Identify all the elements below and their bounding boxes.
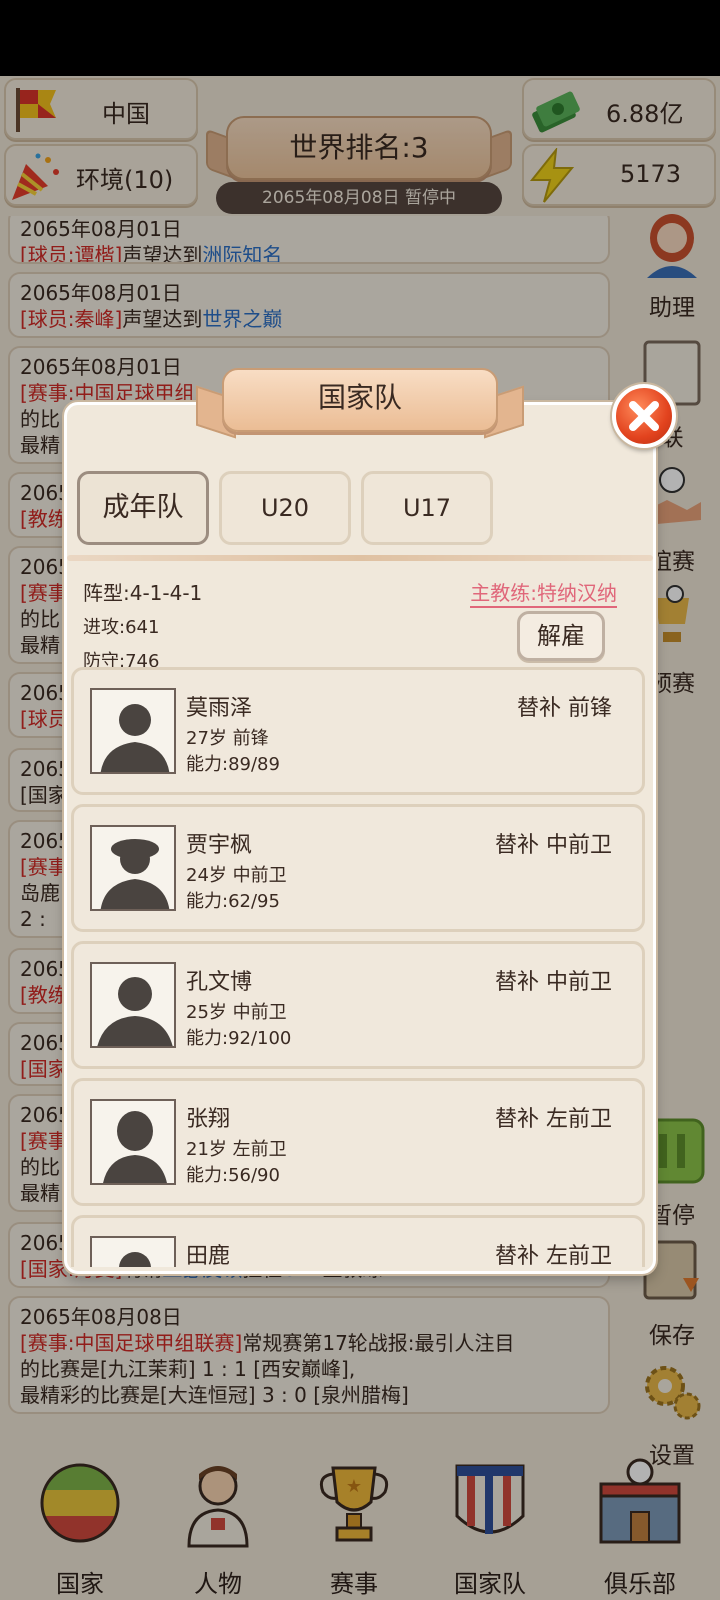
head-coach-link[interactable]: 主教练:特纳汉纳: [470, 577, 617, 608]
player-name: 田鹿: [186, 1244, 231, 1267]
formation-label: 阵型:4-1-4-1: [83, 581, 203, 605]
avatar-silhouette-icon: [103, 1111, 167, 1183]
avatar-silhouette-icon: [97, 977, 173, 1046]
avatar-silhouette-icon: [100, 704, 170, 772]
player-avatar: [90, 962, 176, 1048]
player-avatar: [90, 825, 176, 911]
player-ability: 能力:89/89: [186, 754, 280, 775]
player-card[interactable]: 田鹿 替补 左前卫: [71, 1215, 645, 1267]
player-age-position: 27岁 前锋: [186, 728, 269, 749]
avatar-silhouette-icon: [119, 1252, 151, 1267]
player-name: 莫雨泽: [186, 696, 253, 721]
modal-title: 国家队: [317, 381, 402, 414]
player-name: 张翔: [186, 1107, 231, 1132]
tab-senior[interactable]: 成年队: [77, 471, 209, 545]
player-role: 替补 中前卫: [495, 833, 612, 858]
player-avatar: [90, 688, 176, 774]
player-card[interactable]: 莫雨泽 27岁 前锋 能力:89/89 替补 前锋: [71, 667, 645, 795]
player-ability: 能力:92/100: [186, 1028, 292, 1049]
player-age-position: 24岁 中前卫: [186, 865, 287, 886]
player-avatar: [90, 1236, 176, 1267]
player-role: 替补 左前卫: [495, 1244, 612, 1267]
player-card[interactable]: 孔文博 25岁 中前卫 能力:92/100 替补 中前卫: [71, 941, 645, 1069]
player-ability: 能力:62/95: [186, 891, 280, 912]
player-name: 贾宇枫: [186, 833, 253, 858]
fire-coach-button[interactable]: 解雇: [517, 611, 605, 661]
player-list[interactable]: 莫雨泽 27岁 前锋 能力:89/89 替补 前锋贾宇枫 24岁 中前卫 能力:62/95…: [71, 667, 649, 1267]
tab-divider: [67, 555, 653, 561]
avatar-silhouette-icon: [100, 839, 170, 909]
player-role: 替补 中前卫: [495, 970, 612, 995]
tab-u17[interactable]: U17: [361, 471, 493, 545]
close-icon: [629, 401, 659, 431]
national-team-modal: 成年队 U20 U17 阵型:4-1-4-1 进攻:641 防守:746 主教练…: [64, 402, 656, 1274]
player-age-position: 25岁 中前卫: [186, 1002, 287, 1023]
player-card[interactable]: 张翔 21岁 左前卫 能力:56/90 替补 左前卫: [71, 1078, 645, 1206]
modal-title-ribbon: 国家队: [196, 364, 524, 450]
player-card[interactable]: 贾宇枫 24岁 中前卫 能力:62/95 替补 中前卫: [71, 804, 645, 932]
player-name: 孔文博: [186, 970, 253, 995]
player-avatar: [90, 1099, 176, 1185]
player-ability: 能力:56/90: [186, 1165, 280, 1186]
close-button[interactable]: [612, 384, 676, 448]
attack-stat: 进攻:641: [83, 617, 160, 638]
tab-u20[interactable]: U20: [219, 471, 351, 545]
player-role: 替补 左前卫: [495, 1107, 612, 1132]
player-role: 替补 前锋: [517, 696, 612, 721]
player-age-position: 21岁 左前卫: [186, 1139, 287, 1160]
